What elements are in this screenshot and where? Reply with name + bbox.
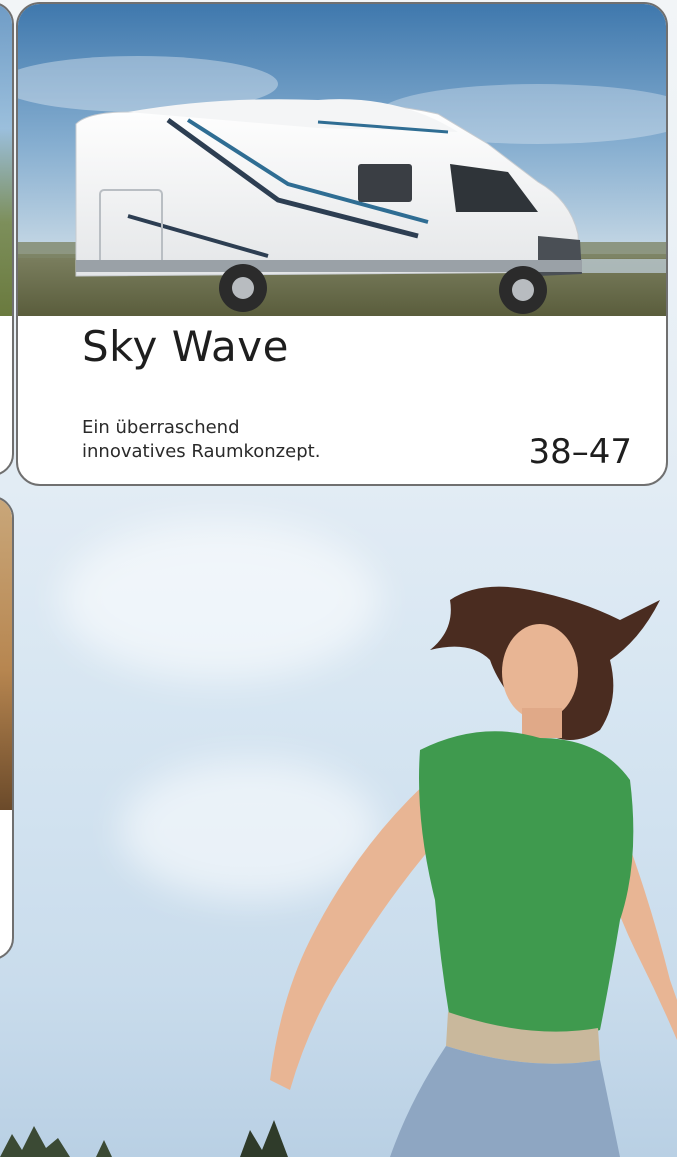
tree-silhouette <box>0 1126 112 1157</box>
model-description-line-2: innovatives Raumkonzept. <box>82 441 321 462</box>
model-card-sky-wave[interactable]: Sky Wave Ein überraschend innovatives Ra… <box>16 2 668 486</box>
left-card-bottom-photo <box>0 498 12 810</box>
model-description: Ein überraschend innovatives Raumkonzept… <box>82 416 320 464</box>
model-title: Sky Wave <box>82 322 289 371</box>
page-range: 38–47 <box>528 432 632 472</box>
woman-photo <box>240 586 677 1157</box>
left-card-top[interactable] <box>0 2 14 476</box>
model-description-line-1: Ein überraschend <box>82 417 240 438</box>
motorhome-photo <box>18 4 666 316</box>
motorhome-illustration <box>18 4 666 316</box>
left-card-top-photo <box>0 4 12 316</box>
left-card-bottom[interactable] <box>0 496 14 960</box>
brochure-page: Sky Wave Ein überraschend innovatives Ra… <box>0 0 677 1157</box>
